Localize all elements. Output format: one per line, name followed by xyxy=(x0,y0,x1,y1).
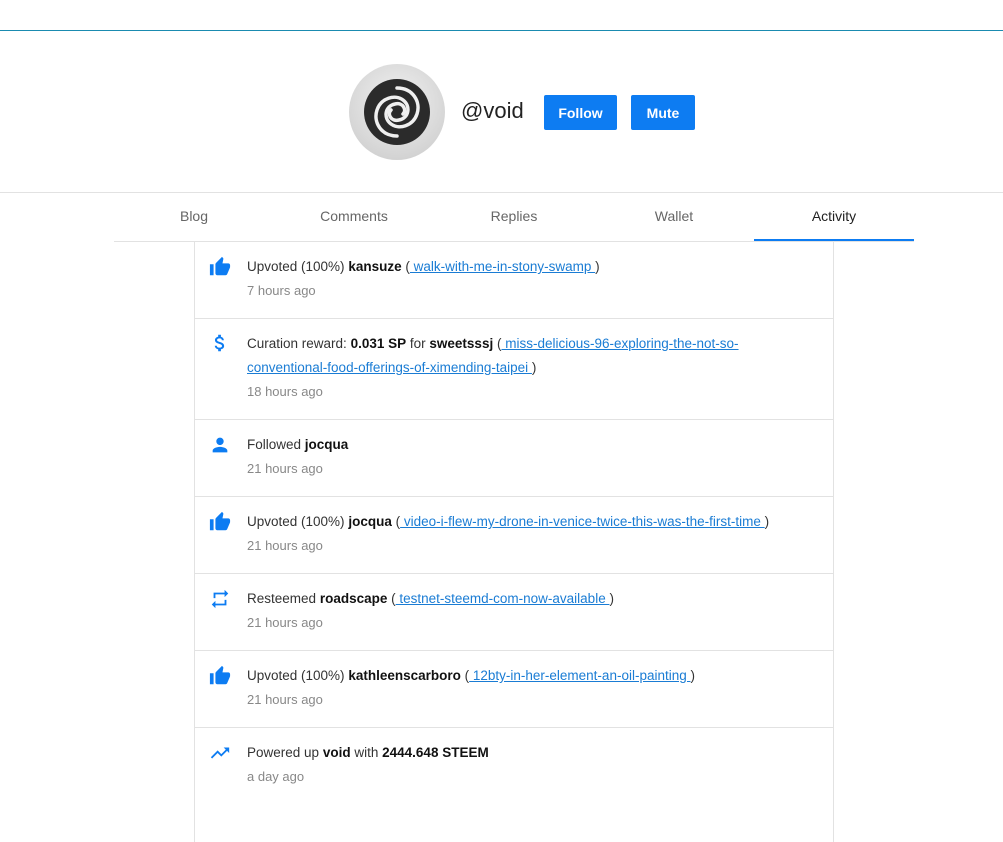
activity-amount: 2444.648 STEEM xyxy=(382,745,489,760)
thumbs-up-icon xyxy=(209,665,231,685)
activity-action: Powered up xyxy=(247,745,320,760)
activity-action: Followed xyxy=(247,437,302,452)
activity-action: Upvoted (100%) xyxy=(247,259,345,274)
thumbs-up-icon xyxy=(209,511,231,531)
activity-feed: Upvoted (100%) kansuze ( walk-with-me-in… xyxy=(194,242,834,842)
activity-action: Curation reward: xyxy=(247,336,347,351)
list-item: Upvoted (100%) kathleenscarboro ( 12bty-… xyxy=(195,651,833,728)
resteem-icon xyxy=(211,589,229,609)
activity-content: Curation reward: 0.031 SP for sweetsssj … xyxy=(247,332,819,404)
activity-time: a day ago xyxy=(247,769,305,784)
tab-wallet[interactable]: Wallet xyxy=(594,193,754,241)
activity-time: 21 hours ago xyxy=(247,538,323,553)
activity-post-link[interactable]: 12bty-in-her-element-an-oil-painting xyxy=(469,668,690,683)
activity-time: 21 hours ago xyxy=(247,615,323,630)
list-item: Curation reward: 0.031 SP for sweetsssj … xyxy=(195,319,833,420)
person-icon xyxy=(212,437,228,453)
avatar[interactable] xyxy=(349,64,445,160)
activity-action: Upvoted (100%) xyxy=(247,514,345,529)
activity-content: Powered up void with 2444.648 STEEM a da… xyxy=(247,741,819,789)
thumbs-up-icon xyxy=(209,256,231,276)
activity-content: Resteemed roadscape ( testnet-steemd-com… xyxy=(247,587,819,635)
activity-post-link[interactable]: miss-delicious-96-exploring-the-not-so- xyxy=(501,336,738,351)
activity-with-text: with xyxy=(354,745,379,760)
swirl-logo-icon xyxy=(364,79,430,145)
top-header-bar xyxy=(0,0,1003,31)
activity-for-text: for xyxy=(409,336,426,351)
profile-tabs: Blog Comments Replies Wallet Activity xyxy=(114,193,914,242)
profile-handle: @void xyxy=(461,98,524,123)
activity-time: 21 hours ago xyxy=(247,461,323,476)
activity-post-link[interactable]: testnet-steemd-com-now-available xyxy=(396,591,610,606)
list-item: Upvoted (100%) kansuze ( walk-with-me-in… xyxy=(195,242,833,319)
activity-user[interactable]: jocqua xyxy=(348,514,392,529)
activity-post-link-continued[interactable]: conventional-food-offerings-of-ximending… xyxy=(247,360,532,375)
activity-time: 21 hours ago xyxy=(247,692,323,707)
activity-user[interactable]: jocqua xyxy=(305,437,349,452)
activity-content: Upvoted (100%) kathleenscarboro ( 12bty-… xyxy=(247,664,819,712)
activity-user[interactable]: kansuze xyxy=(348,259,401,274)
activity-user[interactable]: kathleenscarboro xyxy=(348,668,461,683)
mute-button[interactable]: Mute xyxy=(631,95,695,130)
tab-blog[interactable]: Blog xyxy=(114,193,274,241)
activity-content: Upvoted (100%) kansuze ( walk-with-me-in… xyxy=(247,255,819,303)
activity-post-link[interactable]: walk-with-me-in-stony-swamp xyxy=(410,259,595,274)
tab-replies[interactable]: Replies xyxy=(434,193,594,241)
trending-up-icon xyxy=(210,747,230,759)
activity-post-link[interactable]: video-i-flew-my-drone-in-venice-twice-th… xyxy=(400,514,765,529)
activity-content: Upvoted (100%) jocqua ( video-i-flew-my-… xyxy=(247,510,819,558)
profile-header: @void Follow Mute xyxy=(0,31,1003,193)
activity-user[interactable]: roadscape xyxy=(320,591,388,606)
tab-comments[interactable]: Comments xyxy=(274,193,434,241)
list-item: Followed jocqua 21 hours ago xyxy=(195,420,833,497)
activity-time: 18 hours ago xyxy=(247,384,323,399)
activity-action: Upvoted (100%) xyxy=(247,668,345,683)
activity-user[interactable]: void xyxy=(323,745,351,760)
dollar-icon xyxy=(214,334,225,352)
activity-time: 7 hours ago xyxy=(247,283,316,298)
activity-content: Followed jocqua 21 hours ago xyxy=(247,433,819,481)
list-item: Powered up void with 2444.648 STEEM a da… xyxy=(195,728,833,805)
activity-user[interactable]: sweetsssj xyxy=(429,336,493,351)
tab-activity[interactable]: Activity xyxy=(754,193,914,241)
list-item: Upvoted (100%) jocqua ( video-i-flew-my-… xyxy=(195,497,833,574)
follow-button[interactable]: Follow xyxy=(544,95,617,130)
list-item: Resteemed roadscape ( testnet-steemd-com… xyxy=(195,574,833,651)
activity-action: Resteemed xyxy=(247,591,317,606)
activity-amount: 0.031 SP xyxy=(350,336,407,351)
